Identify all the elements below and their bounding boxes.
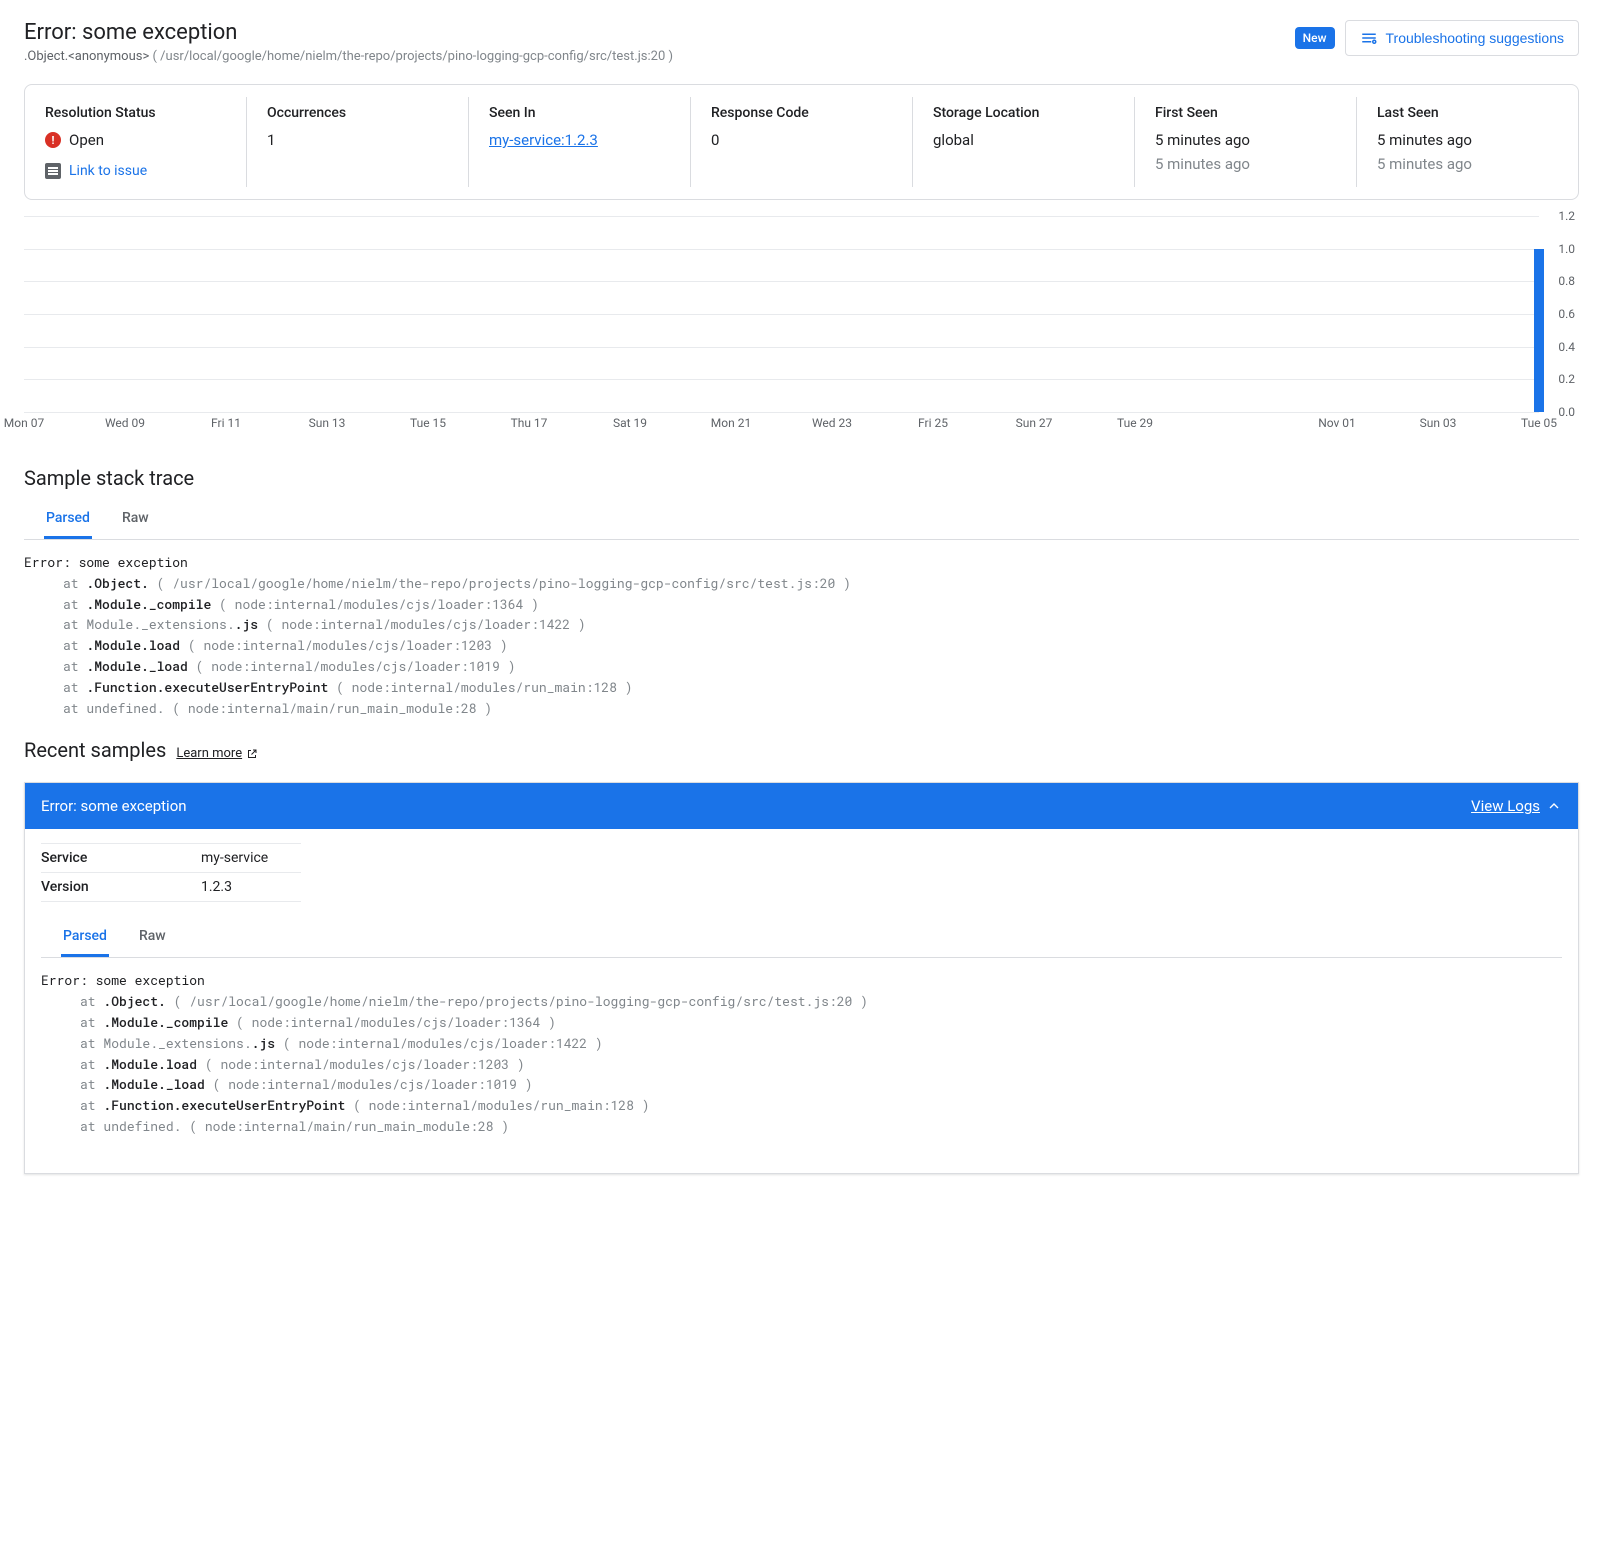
storage-location-label: Storage Location <box>933 105 1114 121</box>
kv-version-value: 1.2.3 <box>201 879 232 895</box>
error-location: ( /usr/local/google/home/nielm/the-repo/… <box>153 49 674 64</box>
occurrences-value: 1 <box>267 131 448 149</box>
first-seen-value: 5 minutes ago <box>1155 131 1336 149</box>
y-tick-label: 0.6 <box>1558 307 1575 321</box>
grid-line <box>24 379 1539 380</box>
x-tick-label: Mon 21 <box>711 416 751 430</box>
y-tick-label: 0.8 <box>1558 274 1575 288</box>
x-tick-label: Wed 09 <box>105 416 145 430</box>
seen-in-value[interactable]: my-service:1.2.3 <box>489 131 670 149</box>
error-title: Error: some exception <box>24 20 1295 45</box>
x-tick-label: Fri 11 <box>211 416 241 430</box>
y-tick-label: 0.2 <box>1558 372 1575 386</box>
stack-tabs: Parsed Raw <box>24 500 1579 540</box>
view-logs-label: View Logs <box>1471 797 1540 815</box>
x-tick-label: Nov 01 <box>1318 416 1356 430</box>
y-tick-label: 0.4 <box>1558 340 1575 354</box>
tab-raw[interactable]: Raw <box>120 500 151 539</box>
chevron-up-icon <box>1546 798 1562 814</box>
occurrences-label: Occurrences <box>267 105 448 121</box>
sample-kv-table: Service my-service Version 1.2.3 <box>41 843 301 902</box>
x-tick-label: Thu 17 <box>511 416 548 430</box>
error-fn: .Object.<anonymous> <box>24 49 149 64</box>
stack-trace-title: Sample stack trace <box>24 466 1579 490</box>
first-seen-label: First Seen <box>1155 105 1336 121</box>
sample-stack-trace: Error: some exception at .Object. ( /usr… <box>41 966 1562 1156</box>
x-tick-label: Tue 15 <box>410 416 446 430</box>
external-link-icon <box>246 748 258 760</box>
troubleshooting-button[interactable]: Troubleshooting suggestions <box>1345 20 1580 56</box>
stack-trace: Error: some exception at .Object. ( /usr… <box>24 548 1579 738</box>
troubleshoot-icon <box>1360 29 1378 47</box>
response-code-label: Response Code <box>711 105 892 121</box>
resolution-status-value: Open <box>69 131 104 149</box>
last-seen-sub: 5 minutes ago <box>1377 155 1558 173</box>
x-tick-label: Fri 25 <box>918 416 948 430</box>
learn-more-link[interactable]: Learn more <box>176 746 258 761</box>
x-tick-label: Tue 29 <box>1117 416 1153 430</box>
x-tick-label: Wed 23 <box>812 416 852 430</box>
sample-tab-raw[interactable]: Raw <box>137 918 168 957</box>
summary-card: Resolution Status ! Open Link to issue O… <box>24 84 1579 200</box>
grid-line <box>24 216 1539 217</box>
x-tick-label: Mon 07 <box>4 416 44 430</box>
learn-more-label: Learn more <box>176 746 242 761</box>
response-code-value: 0 <box>711 131 892 149</box>
link-to-issue[interactable]: Link to issue <box>45 163 226 179</box>
grid-line <box>24 249 1539 250</box>
seen-in-label: Seen In <box>489 105 670 121</box>
sample-title: Error: some exception <box>41 797 187 815</box>
sample-stack-tabs: Parsed Raw <box>41 918 1562 958</box>
sample-tab-parsed[interactable]: Parsed <box>61 918 109 957</box>
storage-location-value: global <box>933 131 1114 149</box>
tab-parsed[interactable]: Parsed <box>44 500 92 539</box>
link-to-issue-label: Link to issue <box>69 163 147 179</box>
last-seen-label: Last Seen <box>1377 105 1558 121</box>
grid-line <box>24 412 1539 413</box>
last-seen-value: 5 minutes ago <box>1377 131 1558 149</box>
error-status-icon: ! <box>45 132 61 148</box>
resolution-status-label: Resolution Status <box>45 105 226 121</box>
sample-header[interactable]: Error: some exception View Logs <box>25 783 1578 829</box>
grid-line <box>24 281 1539 282</box>
recent-samples-title: Recent samples <box>24 738 166 762</box>
y-tick-label: 1.0 <box>1558 242 1575 256</box>
kv-service-value: my-service <box>201 850 268 866</box>
article-icon <box>45 163 61 179</box>
troubleshooting-label: Troubleshooting suggestions <box>1386 30 1565 46</box>
x-tick-label: Sun 03 <box>1420 416 1457 430</box>
y-tick-label: 0.0 <box>1558 405 1575 419</box>
kv-service-key: Service <box>41 850 201 866</box>
x-tick-label: Sat 19 <box>613 416 647 430</box>
grid-line <box>24 347 1539 348</box>
recent-sample-card: Error: some exception View Logs Service … <box>24 782 1579 1173</box>
first-seen-sub: 5 minutes ago <box>1155 155 1336 173</box>
x-tick-label: Sun 13 <box>309 416 346 430</box>
view-logs-link[interactable]: View Logs <box>1471 797 1562 815</box>
occurrences-chart: 0.00.20.40.60.81.01.2 Mon 07Wed 09Fri 11… <box>24 216 1579 436</box>
x-tick-label: Sun 27 <box>1016 416 1053 430</box>
grid-line <box>24 314 1539 315</box>
error-subtitle: .Object.<anonymous> ( /usr/local/google/… <box>24 49 1295 64</box>
x-tick-label: Tue 05 <box>1521 416 1557 430</box>
kv-version-key: Version <box>41 879 201 895</box>
y-tick-label: 1.2 <box>1558 209 1575 223</box>
new-badge: New <box>1295 27 1335 49</box>
chart-bar[interactable] <box>1534 249 1544 412</box>
